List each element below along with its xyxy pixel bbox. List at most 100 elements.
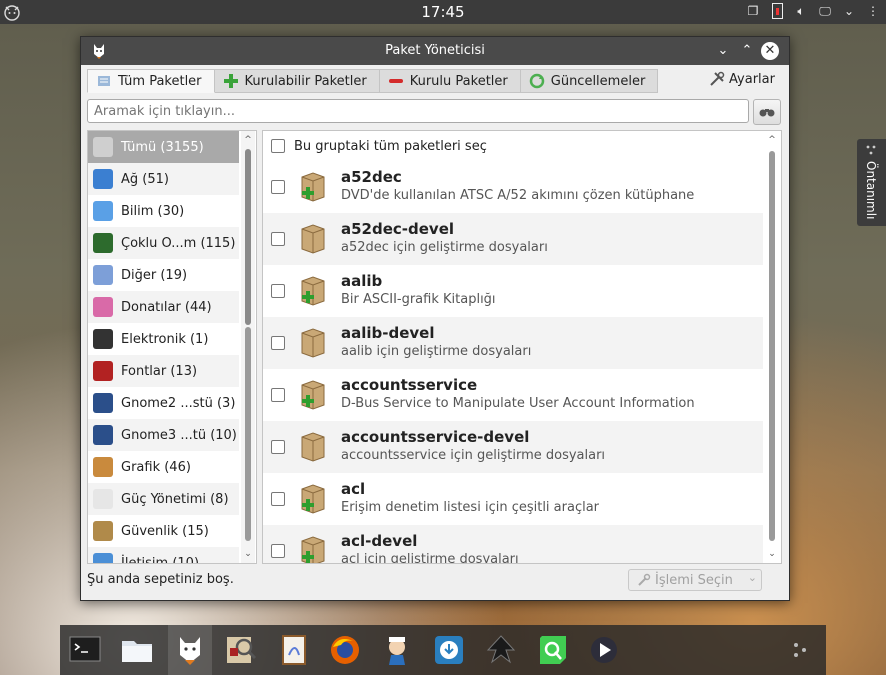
image-viewer-icon[interactable] xyxy=(224,633,258,667)
tools-icon xyxy=(710,71,725,86)
basket-status: Şu anda sepetiniz boş. xyxy=(87,572,234,587)
package-row[interactable]: a52dec-devel a52dec için geliştirme dosya… xyxy=(263,213,763,265)
package-name: aalib xyxy=(341,272,383,290)
disc-icon xyxy=(93,137,113,157)
battery-icon[interactable] xyxy=(768,3,786,19)
category-item[interactable]: Elektronik (1) xyxy=(88,323,239,355)
category-item[interactable]: Fontlar (13) xyxy=(88,355,239,387)
settings-button[interactable]: Ayarlar xyxy=(709,71,775,87)
scroll-thumb[interactable] xyxy=(769,151,775,541)
chevron-down-icon[interactable]: ⌄ xyxy=(840,3,858,19)
scroll-up-icon[interactable]: ^ xyxy=(241,133,255,147)
download-manager-icon[interactable] xyxy=(432,633,466,667)
package-description: aalib için geliştirme dosyaları xyxy=(341,344,532,359)
tab-installed[interactable]: Kurulu Paketler xyxy=(379,69,521,93)
package-row[interactable]: acl Erişim denetim listesi için çeşitli a… xyxy=(263,473,763,525)
category-label: Gnome2 ...stü (3) xyxy=(121,395,236,411)
category-item[interactable]: Bilim (30) xyxy=(88,195,239,227)
category-list[interactable]: Tümü (3155) Ağ (51) Bilim (30) Çoklu O...m … xyxy=(87,130,257,564)
package-row[interactable]: accountsservice-devel accountsservice içi… xyxy=(263,421,763,473)
scroll-up-icon[interactable]: ^ xyxy=(765,133,779,147)
system-tool-icon[interactable] xyxy=(380,633,414,667)
scroll-down-icon[interactable]: ⌄ xyxy=(241,547,255,561)
package-install-icon xyxy=(301,536,325,563)
find-button[interactable] xyxy=(753,99,781,125)
search-input[interactable] xyxy=(87,99,749,123)
scroll-thumb[interactable] xyxy=(245,149,251,325)
settings-label: Ayarlar xyxy=(729,71,775,87)
palette-icon xyxy=(93,457,113,477)
category-item[interactable]: Gnome3 ...tü (10) xyxy=(88,419,239,451)
package-install-icon xyxy=(301,172,325,202)
category-item[interactable]: Tümü (3155) xyxy=(88,131,239,163)
package-list[interactable]: Bu gruptaki tüm paketleri seç a52dec DVD'… xyxy=(262,130,782,564)
tab-label: Kurulabilir Paketler xyxy=(244,73,367,89)
category-scrollbar[interactable]: ^ ⌄ xyxy=(241,131,255,563)
document-viewer-icon[interactable] xyxy=(277,633,311,667)
package-checkbox[interactable] xyxy=(271,180,285,194)
scroll-track[interactable] xyxy=(245,327,251,541)
file-manager-icon[interactable] xyxy=(120,633,154,667)
package-name: a52dec-devel xyxy=(341,220,455,238)
select-action-button[interactable]: İşlemi Seçin ⌄ xyxy=(628,569,762,591)
category-item[interactable]: Ağ (51) xyxy=(88,163,239,195)
package-manager-window: Paket Yöneticisi ⌄ ⌃ ✕ Tüm Paketler Kuru… xyxy=(80,36,790,601)
minus-icon xyxy=(388,79,403,83)
select-all-row[interactable]: Bu gruptaki tüm paketleri seç xyxy=(263,131,763,161)
gnome3-icon xyxy=(93,425,113,445)
package-row[interactable]: aalib-devel aalib için geliştirme dosyala… xyxy=(263,317,763,369)
package-row[interactable]: aalib Bir ASCII-grafik Kitaplığı xyxy=(263,265,763,317)
package-description: acl için geliştirme dosyaları xyxy=(341,552,519,564)
category-item[interactable]: Güvenlik (15) xyxy=(88,515,239,547)
package-row[interactable]: a52dec DVD'de kullanılan ATSC A/52 akımın… xyxy=(263,161,763,213)
package-checkbox[interactable] xyxy=(271,284,285,298)
volume-icon[interactable]: 🔈︎ xyxy=(792,3,810,19)
category-item[interactable]: Donatılar (44) xyxy=(88,291,239,323)
side-panel-tab[interactable]: Öntanımlı xyxy=(857,139,886,226)
category-item[interactable]: Gnome2 ...stü (3) xyxy=(88,387,239,419)
category-item[interactable]: Diğer (19) xyxy=(88,259,239,291)
package-checkbox[interactable] xyxy=(271,544,285,558)
network-icon[interactable]: 🖵︎ xyxy=(816,3,834,19)
close-icon[interactable]: ✕ xyxy=(761,42,779,60)
globe-icon xyxy=(93,169,113,189)
package-scrollbar[interactable]: ^ ⌄ xyxy=(765,131,779,563)
scroll-down-icon[interactable]: ⌄ xyxy=(765,547,779,561)
dock-settings-icon[interactable] xyxy=(790,633,812,667)
package-description: Bir ASCII-grafik Kitaplığı xyxy=(341,292,496,307)
titlebar[interactable]: Paket Yöneticisi ⌄ ⌃ ✕ xyxy=(81,37,789,65)
package-manager-icon[interactable] xyxy=(173,633,207,667)
tab-updates[interactable]: Güncellemeler xyxy=(520,69,659,93)
package-row[interactable]: accountsservice D-Bus Service to Manipula… xyxy=(263,369,763,421)
package-checkbox[interactable] xyxy=(271,492,285,506)
package-name: acl xyxy=(341,480,366,498)
package-checkbox[interactable] xyxy=(271,388,285,402)
category-item[interactable]: Çoklu O...m (115) xyxy=(88,227,239,259)
firefox-icon[interactable] xyxy=(328,633,362,667)
maximize-icon[interactable]: ⌃ xyxy=(737,41,757,61)
minimize-icon[interactable]: ⌄ xyxy=(713,41,733,61)
category-item[interactable]: İletişim (10) xyxy=(88,547,239,563)
package-checkbox[interactable] xyxy=(271,336,285,350)
clipboard-icon[interactable]: ❐ xyxy=(744,3,762,19)
lock-icon xyxy=(93,521,113,541)
inkscape-icon[interactable] xyxy=(484,633,518,667)
package-install-icon xyxy=(301,380,325,410)
select-all-label: Bu gruptaki tüm paketleri seç xyxy=(294,138,487,154)
media-player-icon[interactable] xyxy=(587,633,621,667)
top-panel: 17:45 ❐ 🔈︎ 🖵︎ ⌄ ⋮ xyxy=(0,0,886,24)
terminal-icon[interactable] xyxy=(68,633,102,667)
category-item[interactable]: Güç Yönetimi (8) xyxy=(88,483,239,515)
select-all-checkbox[interactable] xyxy=(271,139,285,153)
package-install-icon xyxy=(301,276,325,306)
package-row[interactable]: acl-devel acl için geliştirme dosyaları xyxy=(263,525,763,564)
user-menu-icon[interactable]: ⋮ xyxy=(864,3,882,19)
qt-creator-icon[interactable] xyxy=(536,633,570,667)
misc-icon xyxy=(93,265,113,285)
category-item[interactable]: Grafik (46) xyxy=(88,451,239,483)
package-checkbox[interactable] xyxy=(271,232,285,246)
tab-installable[interactable]: Kurulabilir Paketler xyxy=(214,69,380,93)
package-description: D-Bus Service to Manipulate User Account… xyxy=(341,396,695,411)
tab-all-packages[interactable]: Tüm Paketler xyxy=(87,69,215,93)
package-checkbox[interactable] xyxy=(271,440,285,454)
